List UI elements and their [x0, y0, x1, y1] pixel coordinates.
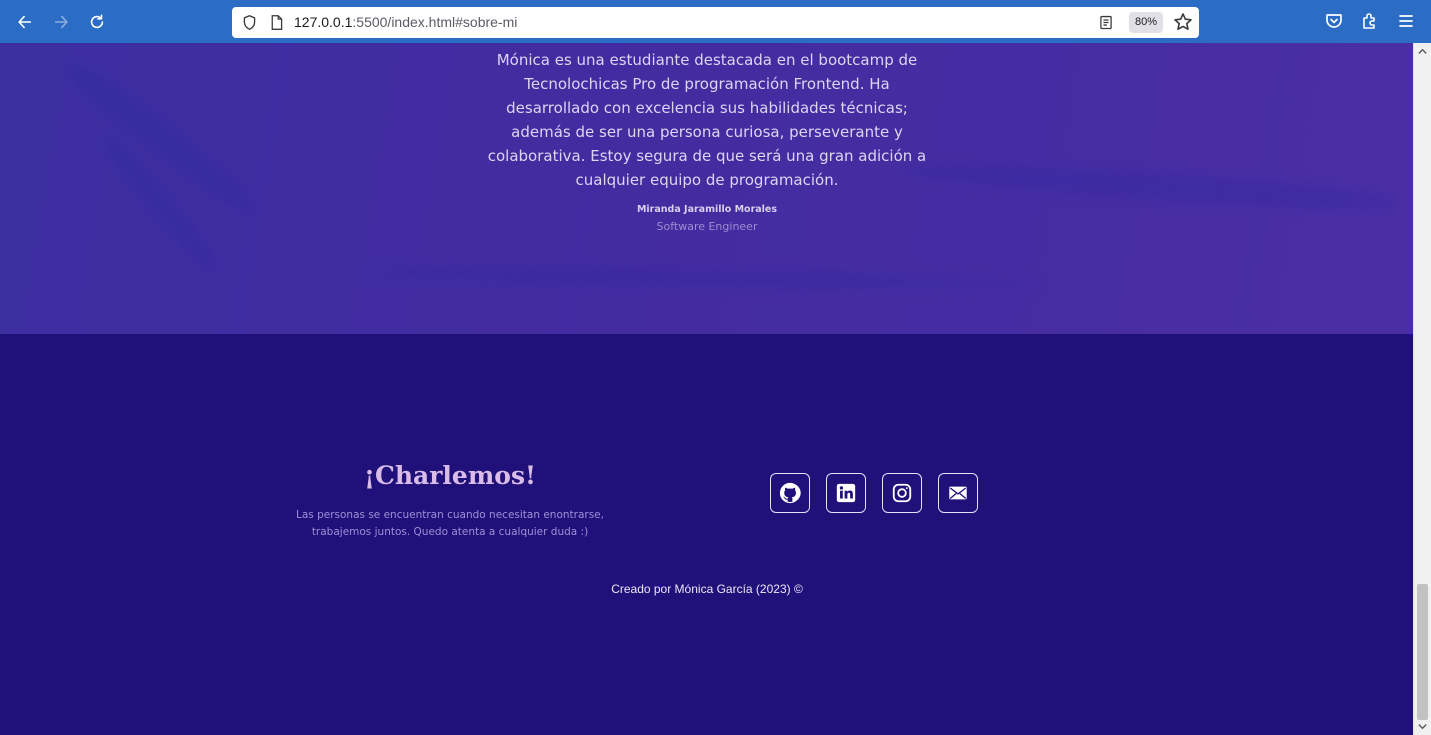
url-text[interactable]: 127.0.0.1:5500/index.html#sobre-mi: [294, 14, 517, 30]
shield-icon[interactable]: [241, 14, 258, 31]
github-button[interactable]: [770, 473, 810, 513]
scroll-down-icon[interactable]: [1417, 721, 1428, 732]
contact-text: Las personas se encuentran cuando necesi…: [296, 509, 604, 538]
contact-title: ¡Charlemos!: [364, 461, 536, 490]
scrollbar-thumb[interactable]: [1417, 584, 1428, 720]
reader-view-icon[interactable]: [1098, 14, 1114, 31]
email-button[interactable]: [938, 473, 978, 513]
github-icon: [779, 482, 801, 504]
pocket-icon[interactable]: [1324, 11, 1344, 31]
linkedin-icon: [836, 483, 856, 503]
linkedin-button[interactable]: [826, 473, 866, 513]
instagram-icon: [892, 483, 912, 503]
contact-footer: ¡Charlemos! Las personas se encuentran c…: [0, 334, 1413, 735]
back-icon[interactable]: [12, 9, 38, 35]
testimonial-author: Miranda Jaramillo Morales: [636, 204, 778, 215]
url-path: :5500/index.html#sobre-mi: [352, 14, 518, 30]
scroll-up-icon[interactable]: [1417, 46, 1428, 57]
background-streak: [899, 155, 1401, 217]
bookmark-star-icon[interactable]: [1173, 12, 1193, 32]
testimonial-quote: Mónica es una estudiante destacada en el…: [487, 51, 927, 189]
zoom-level[interactable]: 80%: [1129, 12, 1164, 33]
extensions-icon[interactable]: [1360, 11, 1380, 31]
social-links: [770, 473, 978, 513]
email-icon: [949, 486, 967, 500]
menu-icon[interactable]: [1396, 11, 1416, 31]
url-bar[interactable]: 127.0.0.1:5500/index.html#sobre-mi 80%: [232, 7, 1199, 38]
page-icon[interactable]: [269, 14, 284, 31]
forward-icon[interactable]: [48, 9, 74, 35]
background-streak: [359, 265, 1041, 291]
vertical-scrollbar[interactable]: [1413, 43, 1431, 735]
page-viewport: Mónica es una estudiante destacada en el…: [0, 43, 1413, 735]
url-host: 127.0.0.1: [294, 14, 353, 30]
browser-toolbar: 127.0.0.1:5500/index.html#sobre-mi 80%: [0, 0, 1431, 43]
footer-credit: Creado por Mónica García (2023) ©: [611, 582, 803, 596]
instagram-button[interactable]: [882, 473, 922, 513]
reload-icon[interactable]: [84, 9, 110, 35]
testimonial-role: Software Engineer: [656, 220, 758, 233]
testimonial-section: Mónica es una estudiante destacada en el…: [0, 43, 1413, 334]
